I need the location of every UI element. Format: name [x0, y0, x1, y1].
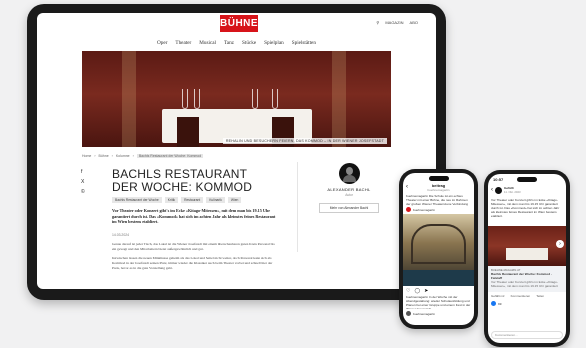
like-button[interactable]: Gefällt mir	[491, 294, 505, 298]
post-text: Vor Theater oder Konzert gibt's im Ecke …	[491, 198, 560, 218]
breadcrumb-home[interactable]: Home	[82, 154, 91, 158]
phone-screen: beitrag buehnemagazin ‹ buehnemagazin Di…	[403, 173, 474, 325]
post-caption: buehnemagazin Die Schule ist ein echtes …	[406, 194, 469, 206]
tag[interactable]: Kulinarik	[206, 197, 225, 203]
header-link-abo[interactable]: ABO	[410, 20, 418, 25]
article-body: Inzwischen lassen die neuen Minimusse ge…	[112, 256, 273, 270]
header-actions: ⚲ MAGAZIN ABO	[376, 20, 418, 25]
main-nav: Oper Theater Musical Tanz Stücke Spielpl…	[37, 40, 436, 46]
hero-caption: REHALIN UND BESUCHERN FEIERN, DAS KOMMOD…	[222, 138, 387, 144]
account-name[interactable]: buehnemagazin	[413, 208, 435, 212]
like-icon[interactable]: ♡	[406, 288, 410, 294]
breadcrumb-buehne[interactable]: Bühne	[99, 154, 109, 158]
nav-item-musical[interactable]: Musical	[199, 40, 216, 46]
breadcrumb: Home › Bühne › Kolumne › Bachls Restaurant …	[82, 154, 204, 158]
article-lead: Vor Theater oder Konzert gibt's im Ecke …	[112, 208, 276, 225]
facebook-icon[interactable]: f	[81, 169, 85, 175]
post-image	[403, 214, 474, 286]
hero-image: REHALIN UND BESUCHERN FEIERN, DAS KOMMOD…	[82, 51, 391, 147]
reaction-count: 99	[498, 301, 502, 306]
author-role: Autor	[345, 193, 353, 197]
buehne-logo[interactable]: BÜHNE	[220, 15, 258, 32]
nav-item-oper[interactable]: Oper	[157, 40, 167, 46]
back-icon[interactable]: ‹	[406, 184, 408, 190]
tag[interactable]: Kritik	[164, 197, 179, 203]
share-button[interactable]: Teilen	[536, 294, 544, 298]
nav-item-theater[interactable]: Theater	[175, 40, 191, 46]
chair	[177, 117, 199, 147]
breadcrumb-current: Bachls Restaurant der Woche: Kommod	[136, 154, 204, 158]
tablet-screen: BÜHNE ⚲ MAGAZIN ABO Oper Theater Musical…	[37, 13, 436, 289]
nav-item-spielplan[interactable]: Spielplan	[264, 40, 284, 46]
tag[interactable]: Wien	[227, 197, 242, 203]
post-body: buehnemagazin In der Woche mit der Abend…	[406, 295, 471, 309]
wine-glass	[252, 89, 258, 109]
phone-screen: 10:57 ‹ Gefällt 11. Okt. 2023 Vor Theate…	[488, 174, 566, 343]
copy-link-icon[interactable]: ©	[81, 189, 85, 195]
post-date: 11. Okt. 2023	[504, 190, 521, 194]
comment-button[interactable]: Kommentieren	[511, 294, 531, 298]
phone-instagram: beitrag buehnemagazin ‹ buehnemagazin Di…	[399, 169, 478, 329]
nav-item-tanz[interactable]: Tanz	[224, 40, 234, 46]
link-text: Vor Theater oder Konzert gibt's im Ecke …	[491, 280, 558, 288]
footer-user[interactable]: buehnemagazin	[413, 312, 435, 316]
x-icon[interactable]: X	[81, 179, 85, 185]
tag[interactable]: Restaurant	[181, 197, 204, 203]
profile-avatar[interactable]	[406, 207, 411, 212]
more-from-author-button[interactable]: Mehr von Alexander Bachl	[319, 203, 379, 213]
dynamic-island	[517, 177, 537, 182]
divider	[297, 162, 298, 252]
link-title[interactable]: Bachls Restaurant der Woche: Kommod - Fa…	[491, 272, 563, 280]
wine-glass	[272, 89, 278, 109]
chevron-right-icon[interactable]: ›	[556, 240, 564, 248]
article-date: 14.03.2024	[112, 233, 129, 237]
comment-icon[interactable]: ◯	[414, 288, 420, 294]
tablet-device: BÜHNE ⚲ MAGAZIN ABO Oper Theater Musical…	[27, 4, 446, 300]
tag-list: Bachls Restaurant der Woche Kritik Resta…	[112, 197, 242, 203]
nav-item-spielstaetten[interactable]: Spielstätten	[292, 40, 316, 46]
hero-column	[122, 51, 136, 147]
author-box: ALEXANDER BACHL Autor Mehr von Alexander…	[319, 163, 379, 213]
search-icon[interactable]: ⚲	[376, 20, 379, 25]
breadcrumb-kolumne[interactable]: Kolumne	[116, 154, 130, 158]
like-reaction-icon	[491, 301, 496, 306]
article-body: Genau darauf ist jeder Tisch, das Lokal …	[112, 242, 275, 251]
comment-input[interactable]: Kommentieren...	[495, 333, 518, 337]
status-time: 10:57	[493, 177, 504, 182]
page-avatar[interactable]	[495, 186, 502, 194]
hero-column	[332, 51, 346, 147]
social-share: f X ©	[81, 169, 85, 195]
phone-facebook: 10:57 ‹ Gefällt 11. Okt. 2023 Vor Theate…	[484, 170, 570, 347]
share-icon[interactable]: ➤	[424, 288, 428, 294]
article-title: BACHLS RESTAURANT DER WOCHE: KOMMOD	[112, 167, 253, 194]
nav-item-stuecke[interactable]: Stücke	[242, 40, 256, 46]
link-image[interactable]: ›	[488, 226, 566, 266]
tag[interactable]: Bachls Restaurant der Woche	[112, 197, 162, 203]
wine-glass	[182, 89, 188, 109]
back-icon[interactable]: ‹	[491, 187, 493, 193]
dynamic-island	[428, 176, 449, 181]
header-link-magazin[interactable]: MAGAZIN	[385, 20, 403, 25]
post-subheader: buehnemagazin	[427, 188, 450, 192]
author-name[interactable]: ALEXANDER BACHL	[319, 187, 379, 192]
author-avatar[interactable]	[338, 163, 360, 184]
wine-glass	[194, 89, 200, 109]
comment-avatar	[406, 311, 411, 316]
